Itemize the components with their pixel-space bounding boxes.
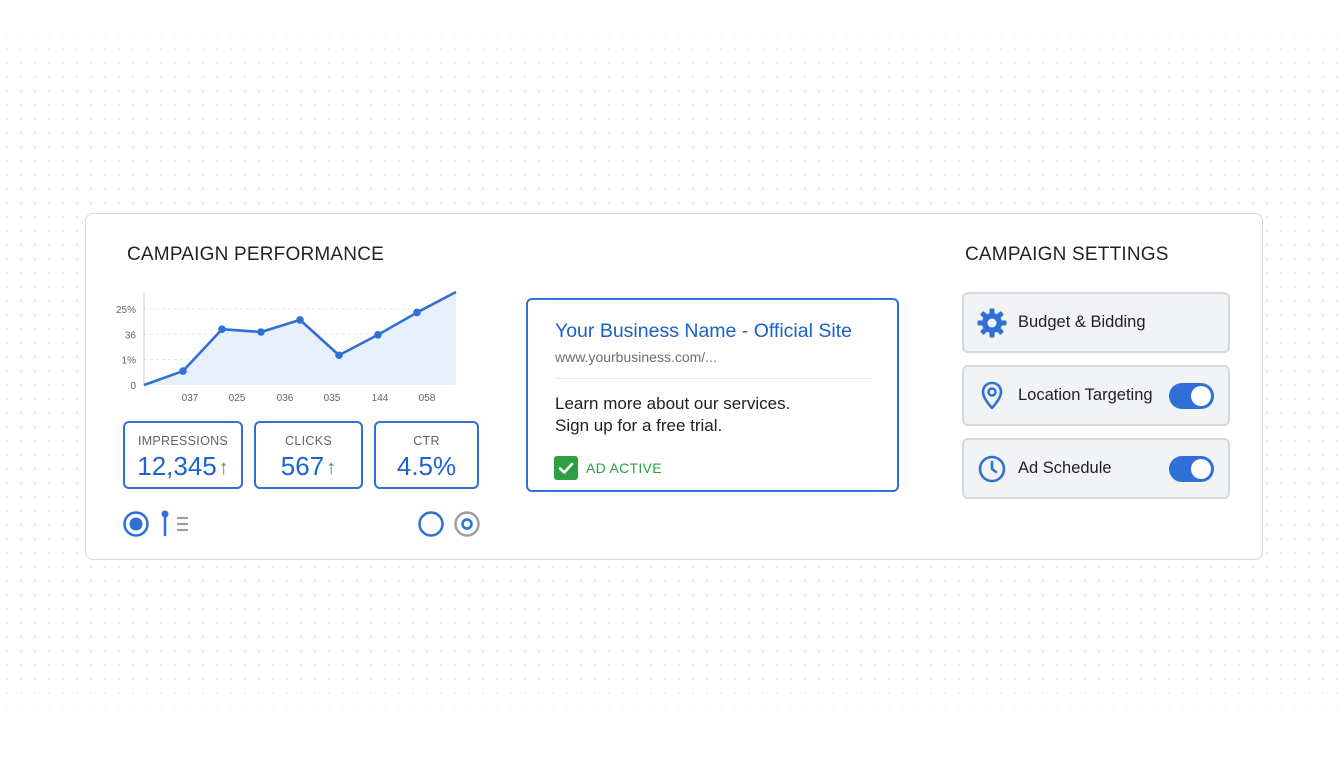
data-point xyxy=(257,328,265,336)
setting-label: Budget & Bidding xyxy=(1018,313,1146,331)
y-tick-label: 0 xyxy=(130,381,136,392)
campaign-dashboard-panel: CAMPAIGN PERFORMANCE 25% 36 1% 0 037 025 036 03… xyxy=(85,213,1263,560)
data-point xyxy=(374,330,382,339)
impressions-label: IMPRESSIONS xyxy=(137,434,229,448)
ad-preview-card[interactable]: Your Business Name - Official Site www.y… xyxy=(526,298,899,492)
setting-location-targeting[interactable]: Location Targeting xyxy=(962,365,1230,426)
data-point xyxy=(335,351,343,360)
clock-icon xyxy=(978,455,1006,483)
settings-title: CAMPAIGN SETTINGS xyxy=(965,244,1169,265)
ad-description-line-2: Sign up for a free trial. xyxy=(555,416,723,435)
ad-divider xyxy=(555,378,872,379)
list-view-icon[interactable] xyxy=(159,510,193,538)
data-point xyxy=(179,367,187,375)
radio-empty-icon[interactable] xyxy=(417,510,445,538)
clicks-label: CLICKS xyxy=(285,434,332,448)
background-fade-top xyxy=(0,0,1344,90)
y-tick-label: 1% xyxy=(122,356,137,367)
ad-status-label: AD ACTIVE xyxy=(586,460,662,476)
performance-title: CAMPAIGN PERFORMANCE xyxy=(127,244,385,265)
x-tick-label: 144 xyxy=(372,393,389,404)
series-area xyxy=(144,292,456,385)
location-targeting-toggle[interactable] xyxy=(1169,383,1214,409)
ad-display-url: www.yourbusiness.com/... xyxy=(555,349,717,365)
toggle-knob xyxy=(1191,459,1211,479)
gear-icon xyxy=(977,308,1007,338)
setting-ad-schedule[interactable]: Ad Schedule xyxy=(962,438,1230,499)
trend-up-icon: ↑ xyxy=(326,457,337,479)
ad-description: Learn more about our services. Sign up f… xyxy=(555,393,790,437)
data-point xyxy=(218,325,226,333)
impressions-value: 12,345 xyxy=(137,451,217,481)
clicks-value: 567 xyxy=(280,451,325,481)
x-tick-label: 035 xyxy=(324,393,341,404)
setting-label: Location Targeting xyxy=(1018,386,1153,404)
y-tick-label: 25% xyxy=(116,305,136,316)
ad-headline[interactable]: Your Business Name - Official Site xyxy=(555,320,852,343)
radio-selected-icon[interactable] xyxy=(122,510,150,538)
x-tick-label: 058 xyxy=(419,393,436,404)
data-point xyxy=(413,308,421,317)
background-fade-bottom xyxy=(0,670,1344,768)
performance-chart: 25% 36 1% 0 037 025 036 035 144 058 xyxy=(116,290,457,404)
toggle-knob xyxy=(1191,386,1211,406)
location-pin-icon xyxy=(981,381,1003,410)
ad-schedule-toggle[interactable] xyxy=(1169,456,1214,482)
check-icon[interactable] xyxy=(554,456,578,480)
ctr-card[interactable]: CTR 4.5% xyxy=(374,421,479,489)
x-tick-label: 037 xyxy=(182,393,199,404)
target-icon[interactable] xyxy=(453,510,481,538)
ad-description-line-1: Learn more about our services. xyxy=(555,394,791,413)
y-tick-label: 36 xyxy=(125,330,137,341)
setting-budget-bidding[interactable]: Budget & Bidding xyxy=(962,292,1230,353)
clicks-card[interactable]: CLICKS 567 ↑ xyxy=(254,421,363,489)
ctr-label: CTR xyxy=(413,434,440,448)
x-tick-label: 025 xyxy=(229,393,246,404)
data-point xyxy=(296,316,304,324)
trend-up-icon: ↑ xyxy=(218,457,229,479)
ctr-value: 4.5% xyxy=(396,451,457,481)
setting-label: Ad Schedule xyxy=(1018,459,1112,477)
x-tick-label: 036 xyxy=(277,393,294,404)
impressions-card[interactable]: IMPRESSIONS 12,345 ↑ xyxy=(123,421,243,489)
